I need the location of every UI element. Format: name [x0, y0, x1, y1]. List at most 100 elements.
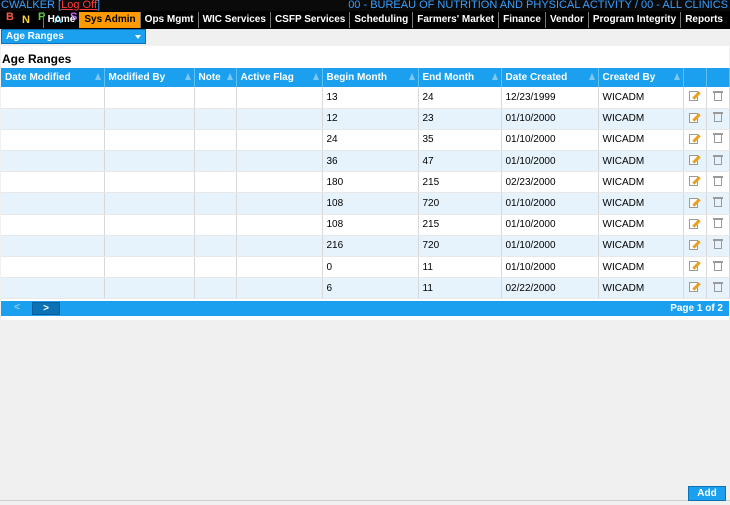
delete-cell — [706, 277, 730, 300]
user-info: CWALKER [Log Off] — [1, 0, 101, 11]
column-header-delete — [706, 68, 730, 87]
nav-item-ops-mgmt[interactable]: Ops Mgmt — [139, 12, 198, 28]
column-header-label: Date Modified — [5, 72, 71, 83]
trash-icon[interactable] — [712, 132, 723, 144]
trash-icon[interactable] — [712, 238, 723, 250]
nav-item-csfp-services[interactable]: CSFP Services — [269, 12, 349, 28]
sort-icon — [588, 73, 595, 80]
column-header-end-month[interactable]: End Month — [418, 68, 502, 87]
next-page-button[interactable]: > — [32, 302, 60, 315]
table-cell — [194, 214, 237, 236]
table-row[interactable]: 108 215 01/10/2000 WICADM — [1, 214, 730, 236]
table-cell — [104, 235, 195, 258]
sort-icon — [491, 73, 498, 80]
nav-item-farmers-market[interactable]: Farmers' Market — [412, 12, 498, 28]
edit-icon[interactable] — [689, 239, 701, 250]
trash-icon[interactable] — [712, 154, 723, 166]
table-cell — [104, 192, 195, 215]
table-cell — [236, 277, 323, 300]
table-cell — [104, 277, 195, 300]
table-cell: 01/10/2000 — [501, 256, 599, 279]
edit-icon[interactable] — [689, 281, 701, 293]
edit-icon[interactable] — [689, 260, 701, 272]
column-header-date-created[interactable]: Date Created — [501, 68, 599, 87]
nav-item-wic-services[interactable]: WIC Services — [197, 12, 270, 28]
delete-cell — [706, 171, 730, 194]
table-cell: 24 — [418, 87, 502, 109]
content-panel: Age Ranges Date Modified Modified By Note A… — [1, 46, 730, 320]
nav-item-finance[interactable]: Finance — [498, 12, 545, 28]
table-cell: 720 — [418, 235, 502, 258]
edit-cell — [683, 87, 707, 109]
delete-cell — [706, 108, 730, 130]
table-row[interactable]: 12 23 01/10/2000 WICADM — [1, 108, 730, 130]
column-header-begin-month[interactable]: Begin Month — [322, 68, 419, 87]
table-cell: 13 — [322, 87, 419, 109]
edit-icon[interactable] — [689, 197, 701, 208]
table-cell — [1, 192, 105, 215]
table-cell: 47 — [418, 150, 502, 173]
edit-cell — [683, 171, 707, 194]
column-header-note[interactable]: Note — [194, 68, 237, 87]
table-cell — [1, 129, 105, 152]
nav-item-scheduling[interactable]: Scheduling — [349, 12, 412, 28]
column-header-label: Note — [198, 72, 221, 83]
trash-icon[interactable] — [712, 281, 723, 293]
table-row[interactable]: 0 11 01/10/2000 WICADM — [1, 256, 730, 279]
column-header-label: Active Flag — [240, 72, 294, 83]
column-header-label: Modified By — [108, 72, 166, 83]
sort-icon — [184, 73, 191, 80]
trash-icon[interactable] — [712, 111, 723, 123]
table-cell: 23 — [418, 108, 502, 130]
trash-icon[interactable] — [712, 175, 723, 187]
nav-item-sys-admin[interactable]: Sys Admin — [79, 12, 140, 28]
table-row[interactable]: 24 35 01/10/2000 WICADM — [1, 129, 730, 152]
table-cell — [236, 129, 323, 152]
table-cell — [1, 108, 105, 130]
edit-icon[interactable] — [689, 90, 701, 102]
table-row[interactable]: 6 11 02/22/2000 WICADM — [1, 277, 730, 300]
table-row[interactable]: 36 47 01/10/2000 WICADM — [1, 150, 730, 173]
trash-icon[interactable] — [712, 217, 723, 229]
edit-cell — [683, 277, 707, 300]
trash-icon[interactable] — [712, 90, 723, 102]
table-row[interactable]: 108 720 01/10/2000 WICADM — [1, 192, 730, 215]
table-row[interactable]: 216 720 01/10/2000 WICADM — [1, 235, 730, 258]
column-header-modified-by[interactable]: Modified By — [104, 68, 195, 87]
nav-item-home[interactable]: Home — [42, 12, 80, 28]
screen-select[interactable]: Age Ranges — [1, 29, 146, 44]
table-cell — [236, 171, 323, 194]
edit-cell — [683, 108, 707, 130]
column-header-label: Created By — [602, 72, 656, 83]
edit-icon[interactable] — [689, 175, 701, 187]
column-header-created-by[interactable]: Created By — [598, 68, 684, 87]
table-cell: 36 — [322, 150, 419, 173]
main-nav-bar: B N P A S Home Sys Admin Ops Mgmt WIC Servi… — [0, 11, 730, 29]
age-ranges-table: Date Modified Modified By Note Active Flag B… — [1, 68, 730, 300]
nav-item-program-integrity[interactable]: Program Integrity — [587, 12, 680, 28]
trash-icon[interactable] — [712, 260, 723, 272]
table-cell: 01/10/2000 — [501, 108, 599, 130]
nav-menu: Home Sys Admin Ops Mgmt WIC Services CSFP Se… — [42, 12, 727, 28]
table-row[interactable]: 13 24 12/23/1999 WICADM — [1, 87, 730, 109]
nav-item-vendor[interactable]: Vendor — [544, 12, 588, 28]
prev-page-button[interactable]: < — [3, 302, 31, 315]
nav-item-reports[interactable]: Reports — [680, 12, 727, 28]
username: CWALKER — [1, 0, 55, 11]
footer-divider — [0, 500, 730, 501]
column-header-date-modified[interactable]: Date Modified — [1, 68, 105, 87]
edit-icon[interactable] — [689, 112, 701, 123]
add-button[interactable]: Add — [688, 486, 726, 501]
edit-icon[interactable] — [689, 133, 701, 144]
edit-icon[interactable] — [689, 154, 701, 166]
logoff-link[interactable]: Log Off — [61, 0, 97, 11]
edit-icon[interactable] — [689, 218, 701, 229]
table-cell — [236, 192, 323, 215]
table-row[interactable]: 180 215 02/23/2000 WICADM — [1, 171, 730, 194]
table-cell — [194, 277, 237, 300]
column-header-active-flag[interactable]: Active Flag — [236, 68, 323, 87]
table-body: 13 24 12/23/1999 WICADM 12 23 01/10/2000 WICADM… — [1, 87, 730, 300]
delete-cell — [706, 192, 730, 215]
table-header-row: Date Modified Modified By Note Active Flag B… — [1, 68, 730, 87]
trash-icon[interactable] — [712, 196, 723, 208]
